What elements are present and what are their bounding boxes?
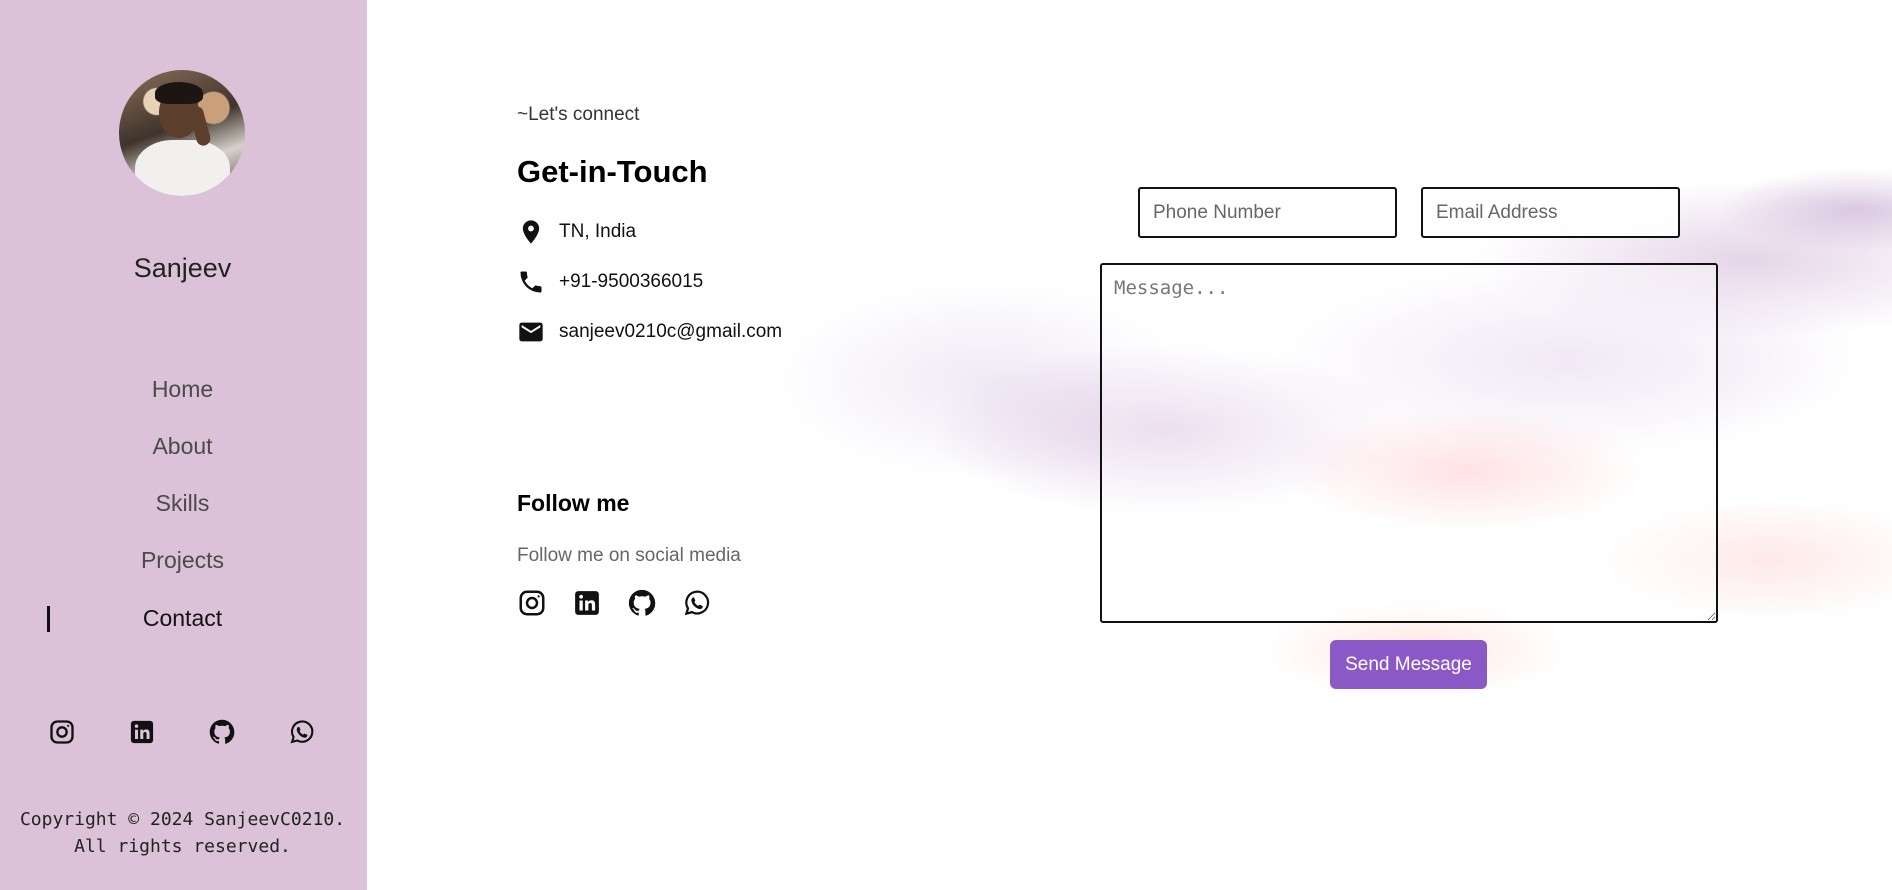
linkedin-icon[interactable] xyxy=(128,718,156,746)
nav-item-about[interactable]: About xyxy=(0,433,365,460)
instagram-icon[interactable] xyxy=(517,588,547,618)
mail-icon xyxy=(517,318,545,346)
email-text[interactable]: sanjeev0210c@gmail.com xyxy=(559,321,782,343)
location-pin-icon xyxy=(517,218,545,246)
github-icon[interactable] xyxy=(627,588,657,618)
phone-icon xyxy=(517,268,545,296)
whatsapp-icon[interactable] xyxy=(288,718,316,746)
send-message-button[interactable]: Send Message xyxy=(1330,640,1487,689)
avatar xyxy=(119,70,245,196)
linkedin-icon[interactable] xyxy=(572,588,602,618)
copyright-text: Copyright © 2024 SanjeevC0210. All right… xyxy=(19,809,346,857)
contact-section: ~Let's connect Get-in-Touch TN, India +9… xyxy=(367,0,1892,890)
phone-number-field[interactable] xyxy=(1138,187,1397,238)
instagram-icon[interactable] xyxy=(48,718,76,746)
nav-item-contact[interactable]: Contact xyxy=(0,605,365,632)
follow-heading: Follow me xyxy=(517,490,630,516)
whatsapp-icon[interactable] xyxy=(682,588,712,618)
phone-text[interactable]: +91-9500366015 xyxy=(559,271,703,293)
page-title: Get-in-Touch xyxy=(517,154,708,189)
nav-item-skills[interactable]: Skills xyxy=(0,490,365,517)
sidebar: Sanjeev Home About Skills Projects Conta… xyxy=(0,0,367,890)
active-nav-indicator xyxy=(47,606,50,632)
message-field[interactable] xyxy=(1100,263,1718,623)
portfolio-page: Sanjeev Home About Skills Projects Conta… xyxy=(0,0,1892,890)
nav-item-projects[interactable]: Projects xyxy=(0,547,365,574)
location-text: TN, India xyxy=(559,221,637,242)
email-address-field[interactable] xyxy=(1421,187,1680,238)
nav-item-home[interactable]: Home xyxy=(0,376,365,403)
github-icon[interactable] xyxy=(208,718,236,746)
profile-name: Sanjeev xyxy=(133,253,232,283)
section-tagline: ~Let's connect xyxy=(517,104,640,125)
follow-subtitle: Follow me on social media xyxy=(517,545,741,566)
